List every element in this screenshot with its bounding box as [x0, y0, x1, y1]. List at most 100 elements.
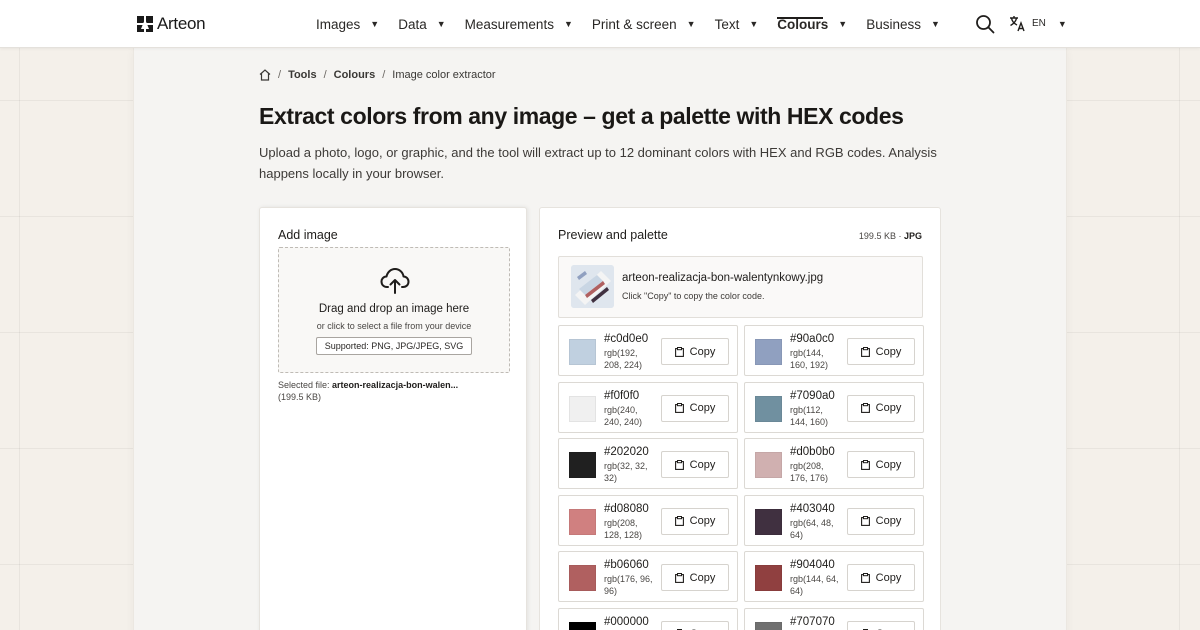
color-rgb: rgb(112, 144, 160) [790, 404, 829, 427]
copy-button[interactable]: Copy [847, 451, 915, 478]
color-swatch-card: #403040 rgb(64, 48, 64) Copy [744, 494, 924, 546]
breadcrumb-colours[interactable]: Colours [334, 69, 376, 81]
color-hex: #904040 [790, 559, 835, 571]
copy-button[interactable]: Copy [661, 620, 729, 630]
nav-item-images[interactable]: Images ▼ [316, 0, 379, 48]
translate-icon [1010, 16, 1025, 32]
breadcrumb-tools[interactable]: Tools [288, 69, 317, 81]
image-dropzone[interactable]: Drag and drop an image here or click to … [278, 247, 510, 373]
home-icon[interactable] [259, 69, 271, 81]
clipboard-icon [674, 572, 684, 583]
breadcrumb-separator: / [382, 69, 386, 81]
breadcrumb-current: Image color extractor [392, 69, 496, 81]
copy-button[interactable]: Copy [847, 564, 915, 591]
nav-item-label: Measurements [464, 16, 554, 32]
copy-button[interactable]: Copy [661, 564, 729, 591]
chevron-down-icon: ▼ [563, 19, 573, 29]
nav-item-label: Colours [777, 16, 829, 32]
supported-formats-badge: Supported: PNG, JPG/JPEG, SVG [316, 337, 472, 355]
nav-item-measurements[interactable]: Measurements ▼ [465, 0, 573, 48]
color-rgb: rgb(144, 160, 192) [790, 348, 829, 370]
upload-panel: Add image Drag and drop an image here or… [259, 207, 527, 630]
nav-item-data[interactable]: Data ▼ [398, 0, 445, 48]
file-meta-separator: · [898, 231, 902, 241]
color-hex: #b06060 [604, 559, 649, 571]
color-swatch [569, 339, 596, 365]
color-hex: #f0f0f0 [604, 389, 640, 402]
clipboard-icon [860, 459, 870, 470]
copy-button[interactable]: Copy [661, 451, 729, 478]
color-swatch-card: #d0b0b0 rgb(208, 176, 176) Copy [744, 438, 924, 489]
color-swatch [569, 395, 596, 422]
color-hex: #000000 [604, 615, 649, 628]
color-rgb: rgb(208, 128, 128) [604, 517, 643, 540]
page-title: Extract colors from any image – get a pa… [259, 103, 904, 129]
color-hex: #707070 [790, 615, 835, 628]
copy-hint: Click "Copy" to copy the color code. [622, 291, 765, 301]
color-swatch-card: #d08080 rgb(208, 128, 128) Copy [558, 494, 738, 546]
copy-button[interactable]: Copy [661, 338, 729, 365]
color-swatch [755, 565, 782, 591]
file-meta: 199.5 KB · JPG [859, 231, 922, 241]
breadcrumb-separator: / [323, 69, 327, 81]
color-hex: #403040 [790, 502, 835, 515]
clipboard-icon [674, 403, 684, 413]
chevron-down-icon: ▼ [370, 19, 380, 29]
color-rgb: rgb(192, 208, 224) [604, 348, 643, 370]
main-content: / Tools / Colours / Image color extracto… [134, 48, 1066, 630]
logo[interactable]: Arteon [137, 14, 206, 34]
color-swatch-card: #202020 rgb(32, 32, 32) Copy [558, 438, 738, 489]
breadcrumb-separator: / [278, 69, 282, 81]
copy-button[interactable]: Copy [847, 620, 915, 630]
copy-button[interactable]: Copy [847, 394, 915, 422]
dropzone-subtitle: or click to select a file from your devi… [316, 321, 472, 331]
copy-button-label: Copy [689, 345, 716, 358]
selected-file-label: Selected file: [278, 380, 330, 390]
breadcrumb: / Tools / Colours / Image color extracto… [259, 69, 496, 81]
color-rgb: rgb(240, 240, 240) [604, 404, 643, 427]
color-swatch [755, 452, 782, 478]
copy-button-label: Copy [875, 515, 902, 527]
copy-button[interactable]: Copy [661, 507, 729, 535]
chevron-down-icon: ▼ [1057, 18, 1067, 29]
language-selector[interactable]: EN ▼ [1009, 15, 1067, 32]
nav-item-label: Images [316, 16, 361, 32]
color-hex: #7090a0 [790, 389, 835, 402]
clipboard-icon [860, 516, 870, 526]
copy-button[interactable]: Copy [847, 507, 915, 535]
color-rgb: rgb(144, 64, 64) [790, 574, 839, 596]
image-thumbnail [571, 265, 614, 308]
nav-item-text[interactable]: Text ▼ [715, 0, 759, 48]
color-swatch-card: #b06060 rgb(176, 96, 96) Copy [558, 551, 738, 602]
nav-item-label: Data [398, 16, 427, 32]
color-swatch [569, 452, 596, 478]
nav-item-business[interactable]: Business ▼ [866, 0, 940, 48]
color-swatch [755, 395, 782, 422]
color-swatch-card: #000000 Copy [558, 607, 738, 630]
copy-button-label: Copy [689, 402, 716, 414]
file-name: arteon-realizacja-bon-walentynkowy.jpg [622, 272, 824, 284]
selected-file-info: Selected file: arteon-realizacja-bon-wal… [278, 379, 510, 403]
search-icon[interactable] [975, 14, 995, 34]
copy-button-label: Copy [875, 458, 902, 471]
preview-panel-title: Preview and palette [558, 228, 668, 242]
clipboard-icon [860, 346, 870, 357]
color-hex: #202020 [604, 446, 649, 458]
copy-button[interactable]: Copy [847, 338, 915, 365]
main-nav: Images ▼ Data ▼ Measurements ▼ Print & screen ▼… [316, 0, 959, 48]
upload-panel-title: Add image [278, 228, 338, 242]
color-swatch [755, 621, 782, 630]
color-hex: #90a0c0 [790, 333, 835, 345]
color-hex: #d0b0b0 [790, 446, 835, 458]
copy-button-label: Copy [689, 571, 716, 584]
clipboard-icon [674, 346, 684, 357]
nav-item-print-screen[interactable]: Print & screen ▼ [592, 0, 696, 48]
clipboard-icon [674, 459, 684, 470]
nav-item-label: Business [866, 16, 921, 32]
color-rgb: rgb(176, 96, 96) [604, 574, 653, 596]
color-rgb: rgb(208, 176, 176) [790, 461, 829, 483]
color-swatch-card: #f0f0f0 rgb(240, 240, 240) Copy [558, 381, 738, 433]
copy-button-label: Copy [875, 571, 902, 584]
copy-button[interactable]: Copy [661, 394, 729, 422]
nav-item-colours[interactable]: Colours ▼ [777, 0, 847, 48]
